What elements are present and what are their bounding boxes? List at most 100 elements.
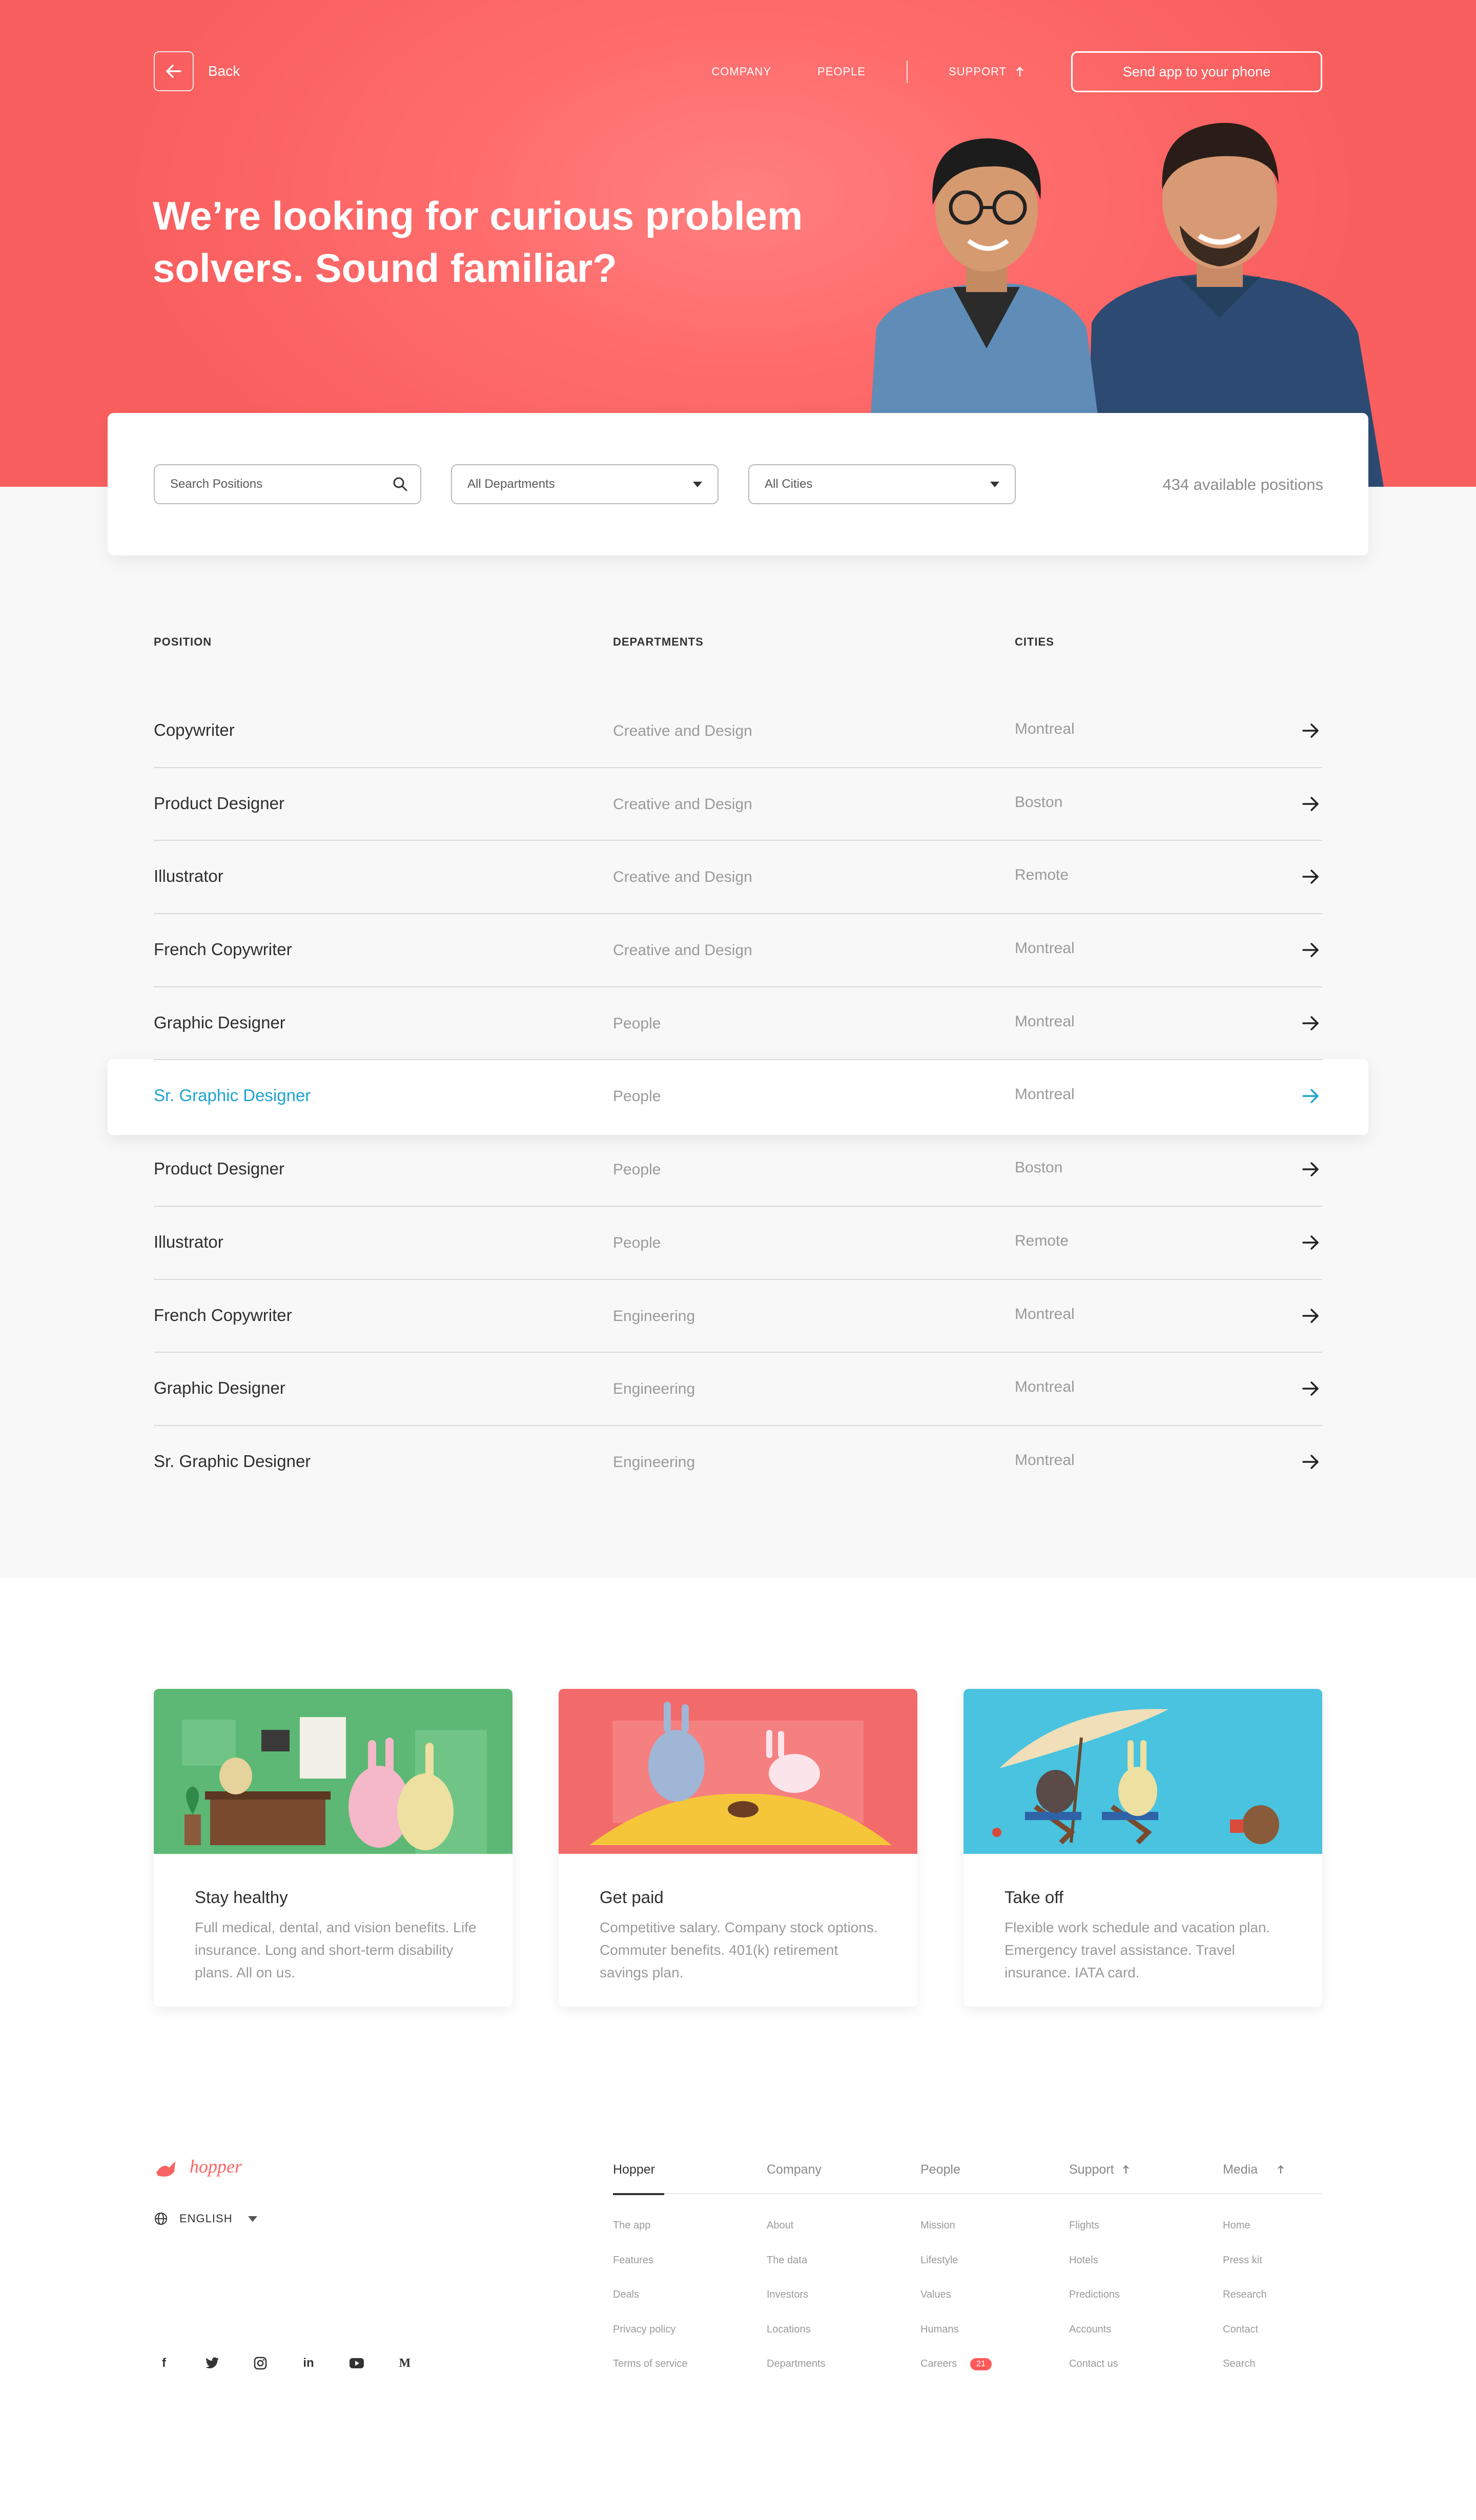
department-select[interactable]: All Departments: [451, 464, 719, 504]
back-button[interactable]: Back: [154, 51, 240, 91]
nav-support[interactable]: SUPPORT: [949, 65, 1025, 78]
footer-link-label: Mission: [920, 2220, 955, 2232]
positions-list: Copywriter Creative and Design Montreal Pro…: [108, 695, 1368, 1499]
footer-link[interactable]: Terms of service: [613, 2347, 688, 2382]
footer-link[interactable]: Features: [613, 2243, 688, 2278]
arrow-right-icon[interactable]: [1301, 1452, 1321, 1472]
footer-link[interactable]: Research: [1223, 2278, 1285, 2312]
footer-link[interactable]: Privacy policy: [613, 2312, 688, 2347]
arrow-right-icon[interactable]: [1301, 940, 1321, 960]
footer-link[interactable]: The app: [613, 2208, 688, 2243]
footer-heading-label: Hopper: [613, 2162, 655, 2177]
footer-link-label: Home: [1223, 2220, 1250, 2232]
language-selector[interactable]: ENGLISH: [154, 2212, 257, 2226]
arrow-right-icon[interactable]: [1301, 1086, 1321, 1106]
position-title: Copywriter: [154, 720, 235, 739]
arrow-right-icon[interactable]: [1301, 1232, 1321, 1253]
footer-column-heading[interactable]: People: [920, 2162, 992, 2193]
medium-icon[interactable]: M: [395, 2353, 415, 2373]
arrow-right-icon[interactable]: [1301, 794, 1321, 814]
back-arrow-icon: [154, 51, 194, 91]
position-row[interactable]: French Copywriter Creative and Design Mont…: [154, 914, 1322, 987]
arrow-right-icon[interactable]: [1301, 1378, 1321, 1399]
position-row[interactable]: Sr. Graphic Designer People Montreal: [108, 1059, 1368, 1135]
facebook-icon[interactable]: f: [154, 2353, 174, 2373]
footer-column-heading[interactable]: Media: [1223, 2162, 1285, 2193]
nav-company[interactable]: COMPANY: [711, 65, 771, 78]
footer-link[interactable]: Accounts: [1069, 2312, 1131, 2347]
footer-link[interactable]: Predictions: [1069, 2278, 1131, 2312]
benefit-title: Take off: [1004, 1888, 1063, 1907]
position-title: Product Designer: [154, 793, 284, 813]
footer-heading-label: Support: [1069, 2162, 1114, 2177]
search-icon: [393, 477, 407, 491]
benefit-title: Stay healthy: [195, 1888, 288, 1907]
footer-link[interactable]: Values: [920, 2278, 992, 2312]
position-row[interactable]: Product Designer People Boston: [154, 1133, 1322, 1207]
footer-link[interactable]: Investors: [767, 2278, 826, 2312]
position-city: Remote: [1015, 1232, 1069, 1249]
external-link-icon: [1278, 2165, 1284, 2174]
footer-link-label: Contact us: [1069, 2358, 1118, 2370]
instagram-icon[interactable]: [250, 2353, 271, 2373]
footer-link[interactable]: Flights: [1069, 2208, 1131, 2243]
position-row[interactable]: Graphic Designer People Montreal: [154, 987, 1322, 1061]
position-row[interactable]: Product Designer Creative and Design Bosto…: [154, 768, 1322, 841]
position-row[interactable]: Illustrator People Remote: [154, 1207, 1322, 1280]
send-app-button[interactable]: Send app to your phone: [1071, 51, 1322, 92]
position-department: Engineering: [613, 1307, 695, 1325]
nav-people[interactable]: PEOPLE: [817, 65, 866, 78]
hero-title: We’re looking for curious problem solver…: [153, 193, 803, 291]
position-row[interactable]: French Copywriter Engineering Montreal: [154, 1280, 1322, 1353]
footer-column-heading[interactable]: Hopper: [613, 2162, 688, 2195]
footer-column: Support Flights Hotels Predictions Accounts C…: [1069, 2162, 1131, 2382]
position-title: Product Designer: [154, 1159, 284, 1179]
youtube-icon[interactable]: [346, 2353, 367, 2373]
footer-link[interactable]: Contact: [1223, 2312, 1285, 2347]
arrow-right-icon[interactable]: [1301, 1306, 1321, 1326]
footer-link[interactable]: Contact us: [1069, 2347, 1131, 2382]
globe-icon: [155, 2213, 167, 2225]
footer-column-heading[interactable]: Support: [1069, 2162, 1131, 2193]
footer-link[interactable]: Hotels: [1069, 2243, 1131, 2278]
footer-link[interactable]: Press kit: [1223, 2243, 1285, 2278]
arrow-right-icon[interactable]: [1301, 1013, 1321, 1034]
twitter-icon[interactable]: [202, 2353, 222, 2373]
hopper-logo[interactable]: hopper: [154, 2152, 256, 2183]
external-link-icon: [1122, 2165, 1129, 2174]
benefit-card-pay: Get paid Competitive salary. Company sto…: [559, 1689, 917, 2007]
chevron-down-icon: [990, 481, 999, 487]
city-select[interactable]: All Cities: [748, 464, 1016, 504]
position-row[interactable]: Copywriter Creative and Design Montreal: [154, 695, 1322, 768]
footer-link[interactable]: The data: [767, 2243, 826, 2278]
footer-link[interactable]: Home: [1223, 2208, 1285, 2243]
footer-link-label: About: [767, 2220, 794, 2232]
benefit-title: Get paid: [600, 1888, 664, 1907]
footer-link[interactable]: About: [767, 2208, 826, 2243]
footer-link[interactable]: Careers 21: [920, 2347, 992, 2382]
footer-link[interactable]: Lifestyle: [920, 2243, 992, 2278]
position-row[interactable]: Graphic Designer Engineering Montreal: [154, 1353, 1322, 1426]
arrow-right-icon[interactable]: [1301, 866, 1321, 887]
position-row[interactable]: Illustrator Creative and Design Remote: [154, 841, 1322, 915]
linkedin-icon[interactable]: in: [298, 2353, 319, 2373]
footer-link[interactable]: Search: [1223, 2347, 1285, 2382]
position-department: Creative and Design: [613, 722, 752, 739]
footer-link-label: Deals: [613, 2289, 640, 2301]
footer-link[interactable]: Humans: [920, 2312, 992, 2347]
position-row[interactable]: Sr. Graphic Designer Engineering Montreal: [154, 1426, 1322, 1499]
search-input[interactable]: Search Positions: [154, 464, 421, 504]
footer-link[interactable]: Mission: [920, 2208, 992, 2243]
footer-heading-label: Media: [1223, 2162, 1258, 2177]
position-department: People: [613, 1161, 661, 1179]
footer-column-heading[interactable]: Company: [767, 2162, 826, 2193]
footer-link[interactable]: Deals: [613, 2278, 688, 2312]
arrow-right-icon[interactable]: [1301, 1159, 1321, 1180]
footer-link-label: Privacy policy: [613, 2323, 676, 2335]
footer-link[interactable]: Departments: [767, 2347, 826, 2382]
footer-link-label: Research: [1223, 2289, 1267, 2301]
footer-link[interactable]: Locations: [767, 2312, 826, 2347]
arrow-right-icon[interactable]: [1301, 720, 1321, 741]
position-title: Sr. Graphic Designer: [154, 1086, 311, 1105]
position-department: Engineering: [613, 1380, 695, 1398]
